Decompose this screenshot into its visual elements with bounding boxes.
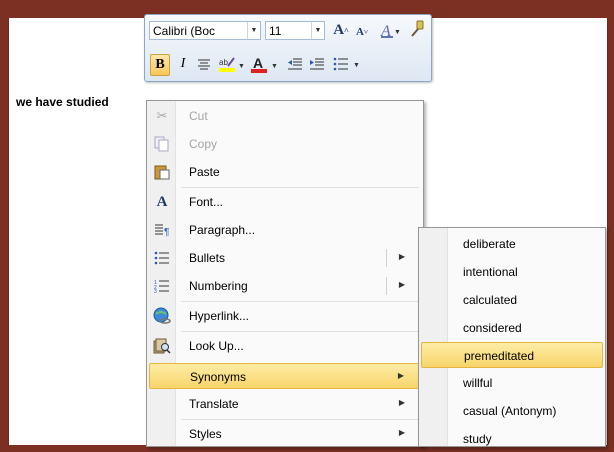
svg-text:¶: ¶ bbox=[164, 227, 169, 237]
decrease-indent-icon bbox=[288, 58, 302, 70]
menu-item-paste[interactable]: Paste bbox=[149, 159, 421, 185]
paragraph-icon: ¶ bbox=[153, 221, 171, 239]
svg-text:ab: ab bbox=[219, 58, 228, 67]
decrease-indent-button[interactable] bbox=[285, 54, 305, 74]
hyperlink-icon bbox=[153, 307, 171, 325]
synonym-item[interactable]: willful bbox=[421, 370, 603, 396]
chevron-right-icon: ▶ bbox=[398, 280, 405, 289]
center-align-button[interactable] bbox=[195, 54, 213, 74]
menu-item-copy[interactable]: Copy bbox=[149, 131, 421, 157]
menu-item-translate[interactable]: Translate ▶ bbox=[149, 391, 421, 417]
menu-item-label: Numbering bbox=[189, 279, 248, 293]
font-name-value: Calibri (Boc bbox=[153, 24, 216, 38]
menu-item-look-up[interactable]: Look Up... bbox=[149, 333, 421, 359]
menu-item-label: Font... bbox=[189, 195, 224, 209]
menu-separator bbox=[181, 419, 419, 420]
svg-text:▼: ▼ bbox=[394, 28, 401, 36]
synonym-item[interactable]: calculated bbox=[421, 287, 603, 313]
menu-item-label: Synonyms bbox=[190, 370, 247, 384]
highlight-icon: ab ▼ bbox=[219, 57, 245, 72]
styles-button[interactable]: A ▼ bbox=[377, 20, 403, 40]
format-painter-icon bbox=[411, 20, 424, 37]
mini-toolbar: Calibri (Boc ▼ 11 ▼ A ˄ A ˅ A ▼ B I ab ▼… bbox=[144, 14, 432, 82]
align-center-icon bbox=[198, 59, 210, 70]
chevron-right-icon: ▶ bbox=[398, 428, 405, 437]
italic-button[interactable]: I bbox=[175, 54, 191, 74]
svg-text:A: A bbox=[253, 55, 263, 71]
chevron-right-icon: ▶ bbox=[397, 371, 404, 380]
document-text[interactable]: we have studied bbox=[16, 95, 109, 109]
synonyms-submenu: deliberate intentional calculated consid… bbox=[418, 227, 606, 447]
split-separator bbox=[386, 249, 387, 267]
menu-item-label: Translate bbox=[189, 397, 239, 411]
menu-separator bbox=[181, 187, 419, 188]
scissors-icon: ✂ bbox=[156, 108, 168, 123]
svg-text:▼: ▼ bbox=[238, 62, 245, 70]
increase-indent-icon bbox=[310, 58, 324, 70]
font-icon: A bbox=[156, 193, 168, 210]
paste-icon bbox=[153, 163, 171, 181]
format-painter-button[interactable] bbox=[407, 19, 427, 39]
font-size-combo[interactable]: 11 ▼ bbox=[265, 21, 325, 40]
menu-item-hyperlink[interactable]: Hyperlink... bbox=[149, 303, 421, 329]
menu-item-label: Paragraph... bbox=[189, 223, 256, 237]
menu-separator bbox=[181, 301, 419, 302]
shrink-font-button[interactable]: A ˅ bbox=[353, 22, 371, 42]
menu-item-numbering[interactable]: 123 Numbering ▶ bbox=[149, 273, 421, 299]
menu-item-label: Hyperlink... bbox=[189, 309, 250, 323]
menu-item-synonyms[interactable]: Synonyms ▶ bbox=[149, 363, 421, 389]
synonym-item[interactable]: deliberate bbox=[421, 231, 603, 257]
menu-item-cut[interactable]: ✂ Cut bbox=[149, 103, 421, 129]
synonym-item[interactable]: intentional bbox=[421, 259, 603, 285]
bold-button[interactable]: B bbox=[150, 54, 170, 76]
svg-text:▼: ▼ bbox=[271, 62, 278, 70]
menu-item-paragraph[interactable]: ¶ Paragraph... bbox=[149, 217, 421, 243]
menu-item-label: Cut bbox=[189, 109, 208, 123]
menu-item-label: Styles bbox=[189, 427, 222, 441]
quick-styles-icon: A ▼ bbox=[380, 23, 401, 39]
grow-font-button[interactable]: A ˄ bbox=[331, 20, 351, 40]
menu-item-bullets[interactable]: Bullets ▶ bbox=[149, 245, 421, 271]
chevron-down-icon[interactable]: ▼ bbox=[311, 22, 324, 39]
font-name-combo[interactable]: Calibri (Boc ▼ bbox=[149, 21, 261, 40]
menu-item-font[interactable]: A Font... bbox=[149, 189, 421, 215]
synonym-item[interactable]: study bbox=[421, 426, 603, 452]
synonym-item[interactable]: considered bbox=[421, 315, 603, 341]
bullets-icon: ▼ bbox=[333, 57, 360, 71]
menu-item-styles[interactable]: Styles ▶ bbox=[149, 421, 421, 447]
svg-text:3: 3 bbox=[154, 289, 157, 293]
synonym-item-premeditated[interactable]: premeditated bbox=[421, 342, 603, 368]
menu-separator bbox=[181, 331, 419, 332]
chevron-down-icon[interactable]: ▼ bbox=[247, 22, 260, 39]
antonym-item[interactable]: casual (Antonym) bbox=[421, 398, 603, 424]
svg-text:▼: ▼ bbox=[353, 61, 360, 69]
menu-item-label: Look Up... bbox=[189, 339, 244, 353]
font-color-icon: A ▼ bbox=[251, 55, 278, 73]
split-separator bbox=[386, 277, 387, 295]
bullets-icon bbox=[153, 249, 171, 267]
chevron-right-icon: ▶ bbox=[398, 252, 405, 261]
chevron-right-icon: ▶ bbox=[398, 398, 405, 407]
highlight-button[interactable]: ab ▼ bbox=[217, 54, 247, 74]
increase-indent-button[interactable] bbox=[307, 54, 327, 74]
context-menu: ✂ Cut Copy Paste A Font... ¶ Paragraph..… bbox=[146, 100, 424, 447]
menu-item-label: Bullets bbox=[189, 251, 226, 265]
menu-item-label: Copy bbox=[189, 137, 218, 151]
lookup-icon bbox=[153, 337, 171, 355]
menu-item-label: Paste bbox=[189, 165, 220, 179]
bullets-toolbar-button[interactable]: ▼ bbox=[331, 54, 365, 74]
numbering-icon: 123 bbox=[153, 277, 171, 295]
font-color-button[interactable]: A ▼ bbox=[249, 54, 281, 74]
font-size-value: 11 bbox=[269, 24, 282, 38]
copy-icon bbox=[153, 135, 171, 153]
